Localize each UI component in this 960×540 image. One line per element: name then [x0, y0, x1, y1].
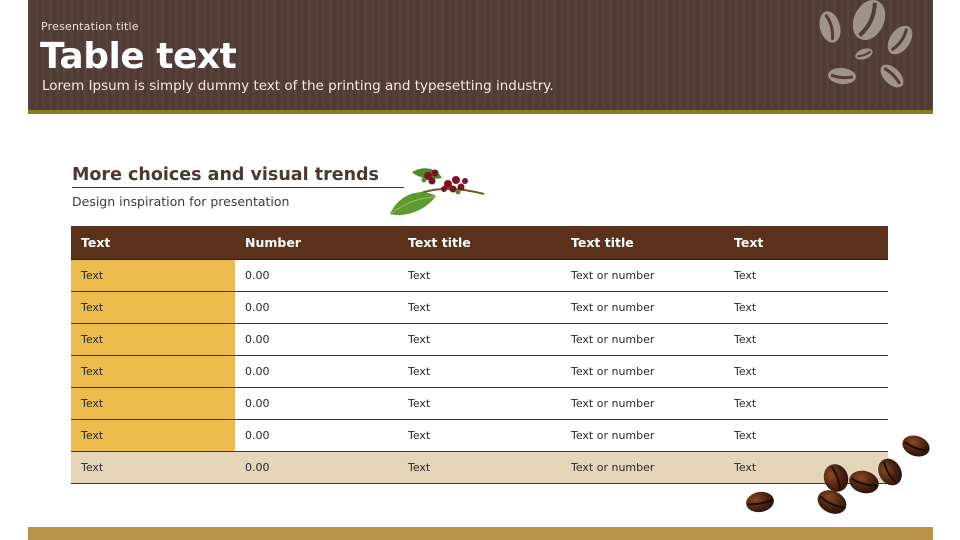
table-cell: Text or number: [561, 355, 724, 388]
table-row: Text 0.00 Text Text or number Text: [71, 323, 888, 356]
coffee-beans-image: [746, 435, 930, 514]
heading-underline: [72, 187, 404, 188]
table-cell: Text: [724, 259, 888, 292]
table-cell: Text: [724, 387, 888, 420]
table-row: Text 0.00 Text Text or number Text: [71, 355, 888, 388]
table-cell: Text: [71, 387, 235, 420]
table-cell: 0.00: [235, 323, 398, 356]
table-cell: 0.00: [235, 291, 398, 324]
table-cell: Text: [724, 323, 888, 356]
table-header-row: Text Number Text title Text title Text: [71, 226, 888, 260]
table-cell: Text: [398, 419, 561, 452]
table-cell: Text: [71, 323, 235, 356]
table-cell: Text: [398, 291, 561, 324]
table-cell: 0.00: [235, 451, 398, 484]
table-cell: Text or number: [561, 387, 724, 420]
table-cell: Text: [724, 291, 888, 324]
table-cell: Text: [71, 419, 235, 452]
table-cell: Text or number: [561, 451, 724, 484]
table-cell: Text: [398, 323, 561, 356]
section-heading: More choices and visual trends: [72, 165, 379, 185]
column-header: Text title: [398, 226, 561, 260]
coffee-bean-outline-icons: [819, 0, 913, 88]
table-row: Text 0.00 Text Text or number Text: [71, 259, 888, 292]
table-cell: Text: [71, 355, 235, 388]
footer-band: [28, 527, 933, 540]
column-header: Text title: [561, 226, 724, 260]
table-cell: 0.00: [235, 355, 398, 388]
table-cell: Text: [398, 451, 561, 484]
table-cell: Text or number: [561, 419, 724, 452]
coffee-berries-branch: [390, 168, 485, 216]
table-cell: Text or number: [561, 259, 724, 292]
table-cell: 0.00: [235, 419, 398, 452]
section-subheading: Design inspiration for presentation: [72, 194, 290, 209]
table-cell: Text: [71, 451, 235, 484]
table-row: Text 0.00 Text Text or number Text: [71, 291, 888, 324]
presentation-title: Presentation title: [41, 20, 139, 33]
table-cell: 0.00: [235, 387, 398, 420]
header-rule: [28, 110, 933, 114]
column-header: Text: [71, 226, 235, 260]
column-header: Number: [235, 226, 398, 260]
column-header: Text: [724, 226, 888, 260]
page-title: Table text: [40, 36, 237, 77]
table-cell: Text: [724, 355, 888, 388]
table-cell: 0.00: [235, 259, 398, 292]
table-row: Text 0.00 Text Text or number Text: [71, 387, 888, 420]
table-cell: Text or number: [561, 323, 724, 356]
page-subtitle: Lorem Ipsum is simply dummy text of the …: [42, 78, 554, 94]
table-cell: Text or number: [561, 291, 724, 324]
table-cell: Text: [398, 387, 561, 420]
table-cell: Text: [398, 259, 561, 292]
table-cell: Text: [398, 355, 561, 388]
table-cell: Text: [71, 259, 235, 292]
table-cell: Text: [71, 291, 235, 324]
